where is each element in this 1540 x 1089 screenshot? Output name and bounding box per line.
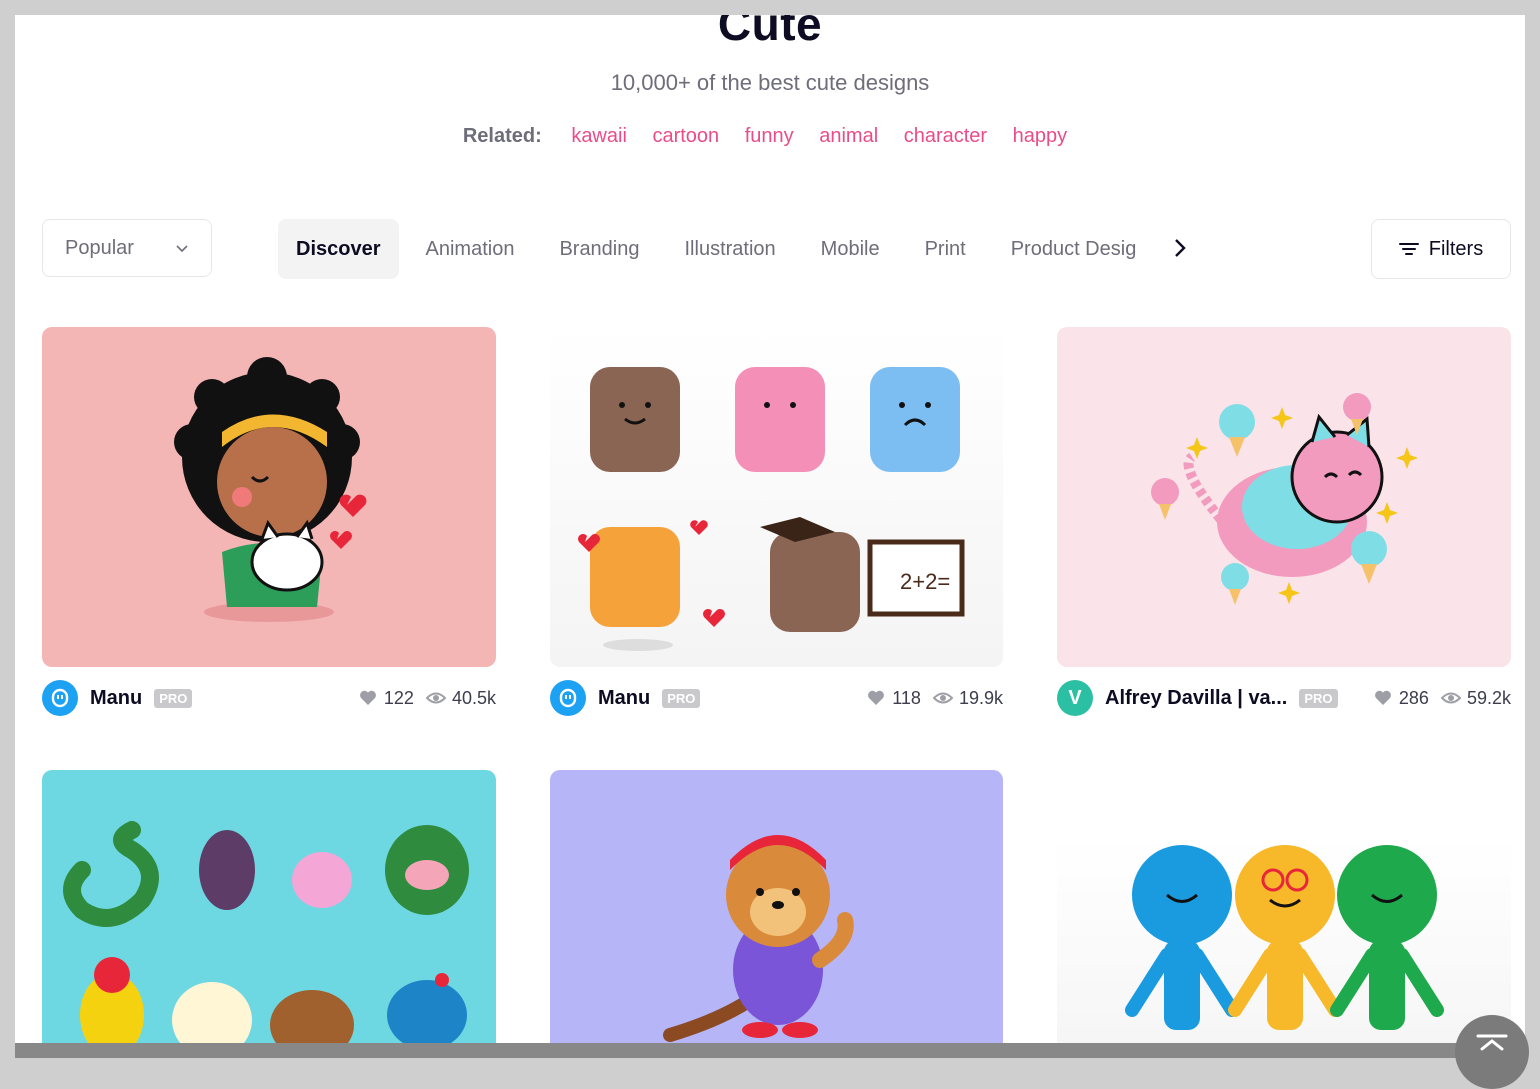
page-title: Cute — [717, 15, 823, 50]
related-tag-happy[interactable]: happy — [1013, 125, 1068, 147]
related-tag-animal[interactable]: animal — [819, 125, 878, 147]
avatar[interactable]: V — [1057, 680, 1093, 716]
likes-count: 118 — [892, 687, 921, 708]
author-name[interactable]: Manu — [90, 687, 142, 710]
page-subtitle: 10,000+ of the best cute designs — [610, 70, 930, 95]
heart-icon[interactable] — [358, 688, 378, 708]
shot-thumbnail[interactable] — [1057, 770, 1511, 1058]
heart-icon[interactable] — [1373, 688, 1393, 708]
related-tag-kawaii[interactable]: kawaii — [571, 125, 627, 147]
shot-thumbnail[interactable] — [550, 770, 1003, 1058]
girl-cat-illustration — [174, 357, 367, 622]
monsters-illustration: 2+2= — [578, 367, 965, 651]
shot-thumbnail[interactable] — [42, 327, 496, 667]
filters-label: Filters — [1428, 237, 1484, 260]
tab-print[interactable]: Print — [907, 219, 984, 279]
shot-stats: 118 19.9k — [866, 688, 1003, 709]
animal-stickers-illustration — [63, 821, 469, 1058]
shot-meta: V Alfrey Davilla | va... PRO 286 59.2k — [1057, 680, 1511, 716]
arrow-up-icon — [1476, 1034, 1508, 1051]
category-tabs: Discover Animation Branding Illustration… — [278, 219, 1198, 279]
eye-icon — [1440, 692, 1461, 704]
bottom-bar — [15, 1043, 1525, 1058]
tab-illustration[interactable]: Illustration — [667, 219, 794, 279]
related-tag-character[interactable]: character — [904, 125, 987, 147]
shot-thumbnail[interactable] — [1057, 327, 1511, 667]
author-name[interactable]: Alfrey Davilla | va... — [1105, 687, 1287, 710]
related-label: Related: — [462, 125, 542, 147]
pro-badge: PRO — [1299, 688, 1338, 708]
tab-animation[interactable]: Animation — [408, 219, 533, 279]
views-count: 19.9k — [958, 687, 1003, 708]
shot-thumbnail[interactable]: 2+2= — [550, 327, 1003, 667]
quokka-illustration — [663, 835, 854, 1042]
avatar[interactable] — [42, 680, 78, 716]
tab-discover[interactable]: Discover — [278, 219, 399, 279]
related-tag-cartoon[interactable]: cartoon — [652, 125, 719, 147]
shot-stats: 286 59.2k — [1373, 688, 1511, 709]
page: Cute 10,000+ of the best cute designs Re… — [15, 15, 1525, 1058]
filters-button[interactable]: Filters — [1371, 219, 1511, 279]
chevron-down-icon — [176, 245, 188, 253]
shot-meta: Manu PRO 122 40.5k — [42, 680, 496, 716]
three-figures-illustration — [1125, 845, 1444, 1030]
tab-product-design[interactable]: Product Desig — [993, 219, 1155, 279]
views-count: 59.2k — [1466, 687, 1511, 708]
cotton-candy-cat-illustration — [1151, 393, 1418, 605]
avatar[interactable] — [550, 680, 586, 716]
shot-stats: 122 40.5k — [358, 688, 496, 709]
manu-logo-icon — [559, 688, 577, 708]
pro-badge: PRO — [154, 688, 193, 708]
chevron-right-icon[interactable] — [1173, 237, 1187, 259]
scroll-to-top-button[interactable] — [1455, 1015, 1529, 1089]
tab-branding[interactable]: Branding — [541, 219, 657, 279]
likes-count: 122 — [383, 687, 414, 708]
eye-icon — [932, 692, 953, 704]
sort-dropdown[interactable]: Popular — [42, 219, 212, 277]
sort-value: Popular — [65, 236, 134, 259]
likes-count: 286 — [1398, 687, 1429, 708]
heart-icon[interactable] — [866, 688, 886, 708]
pro-badge: PRO — [662, 688, 701, 708]
views-count: 40.5k — [451, 687, 496, 708]
tab-mobile[interactable]: Mobile — [803, 219, 898, 279]
manu-logo-icon — [51, 688, 69, 708]
related-tags: Related: kawaii cartoon funny animal cha… — [15, 125, 1525, 148]
shot-thumbnail[interactable] — [42, 770, 496, 1058]
tabs-fade — [1145, 219, 1195, 279]
author-name[interactable]: Manu — [598, 687, 650, 710]
eye-icon — [425, 692, 446, 704]
filter-icon — [1398, 243, 1419, 255]
related-tag-funny[interactable]: funny — [745, 125, 794, 147]
shot-meta: Manu PRO 118 19.9k — [550, 680, 1003, 716]
svg-text:2+2=: 2+2= — [900, 569, 950, 594]
